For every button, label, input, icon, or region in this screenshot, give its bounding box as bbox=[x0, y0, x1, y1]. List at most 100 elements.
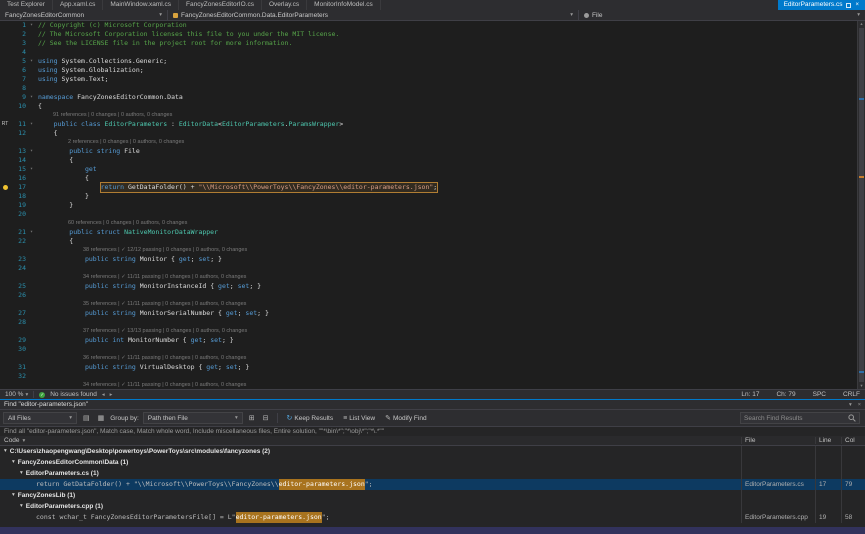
code-line[interactable]: 15▾get bbox=[0, 165, 857, 174]
project-dropdown[interactable]: FancyZonesEditorCommon ▾ bbox=[0, 10, 168, 20]
code-line[interactable]: 8 bbox=[0, 84, 857, 93]
codelens-info[interactable]: 34 references | ✓ 11/11 passing | 0 chan… bbox=[83, 381, 246, 389]
find-group-row[interactable]: ▾EditorParameters.cs (1) bbox=[0, 468, 865, 479]
code-line[interactable]: 9▾namespace FancyZonesEditorCommon.Data bbox=[0, 93, 857, 102]
code-line[interactable]: RT11▾public class EditorParameters : Edi… bbox=[0, 120, 857, 129]
code-line[interactable]: 5▾using System.Collections.Generic; bbox=[0, 57, 857, 66]
codelens-info[interactable]: 60 references | 0 changes | 0 authors, 0… bbox=[68, 219, 187, 228]
find-group-row[interactable]: ▾FancyZonesLib (1) bbox=[0, 490, 865, 501]
code-line[interactable]: 30 bbox=[0, 345, 857, 354]
clear-results-icon[interactable]: ▦ bbox=[96, 414, 107, 422]
code-line[interactable]: 12{ bbox=[0, 129, 857, 138]
codelens-row[interactable]: 2 references | 0 changes | 0 authors, 0 … bbox=[0, 138, 857, 147]
code-line[interactable]: 4 bbox=[0, 48, 857, 57]
code-line[interactable]: 19} bbox=[0, 201, 857, 210]
prev-issue-icon[interactable]: ◂ bbox=[102, 392, 105, 398]
fold-marker[interactable]: ▾ bbox=[30, 165, 38, 174]
chevron-down-icon[interactable]: ▾ bbox=[12, 490, 15, 501]
issues-label[interactable]: No issues found bbox=[50, 391, 97, 398]
code-line[interactable]: 31public string VirtualDesktop { get; se… bbox=[0, 363, 857, 372]
code-editor[interactable]: 1▾// Copyright (c) Microsoft Corporation… bbox=[0, 21, 865, 389]
zoom-control[interactable]: 100 % ▾ bbox=[5, 391, 28, 398]
code-line[interactable]: 2// The Microsoft Corporation licenses t… bbox=[0, 30, 857, 39]
editor-scrollbar[interactable]: ▴ ▾ bbox=[857, 21, 865, 389]
code-line[interactable]: 1▾// Copyright (c) Microsoft Corporation bbox=[0, 21, 857, 30]
codelens-row[interactable]: 36 references | ✓ 11/11 passing | 0 chan… bbox=[0, 354, 857, 363]
codelens-info[interactable]: 37 references | ✓ 13/13 passing | 0 chan… bbox=[83, 327, 247, 336]
code-line[interactable]: 21▾public struct NativeMonitorDataWrappe… bbox=[0, 228, 857, 237]
fold-marker[interactable]: ▾ bbox=[30, 57, 38, 66]
code-line[interactable]: 7using System.Text; bbox=[0, 75, 857, 84]
find-result-row[interactable]: const wchar_t FancyZonesEditorParameters… bbox=[0, 512, 865, 523]
code-line[interactable]: 20 bbox=[0, 210, 857, 219]
find-panel-header[interactable]: Find "editor-parameters.json" ▾ × bbox=[0, 400, 865, 409]
member-dropdown[interactable]: File ▾ bbox=[579, 10, 865, 20]
column-header-file[interactable]: File bbox=[741, 437, 815, 444]
code-line[interactable]: 18} bbox=[0, 192, 857, 201]
chevron-down-icon[interactable]: ▾ bbox=[4, 446, 7, 457]
group-by-dropdown[interactable]: Path then File ▾ bbox=[143, 412, 243, 424]
column-indicator[interactable]: Ch: 79 bbox=[776, 391, 795, 398]
keep-results-button[interactable]: ↻ Keep Results bbox=[284, 414, 337, 422]
code-line[interactable]: 26 bbox=[0, 291, 857, 300]
code-line[interactable]: 16{ bbox=[0, 174, 857, 183]
code-line[interactable]: 10{ bbox=[0, 102, 857, 111]
codelens-row[interactable]: 34 references | ✓ 11/11 passing | 0 chan… bbox=[0, 273, 857, 282]
codelens-info[interactable]: 2 references | 0 changes | 0 authors, 0 … bbox=[68, 138, 184, 147]
code-line[interactable]: 27public string MonitorSerialNumber { ge… bbox=[0, 309, 857, 318]
code-line[interactable]: 22{ bbox=[0, 237, 857, 246]
codelens-row[interactable]: 34 references | ✓ 11/11 passing | 0 chan… bbox=[0, 381, 857, 389]
chevron-down-icon[interactable]: ▾ bbox=[20, 468, 23, 479]
health-check-icon[interactable]: ✓ bbox=[39, 392, 45, 398]
find-result-row[interactable]: return GetDataFolder() + "\\Microsoft\\P… bbox=[0, 479, 865, 490]
codelens-info[interactable]: 38 references | ✓ 12/12 passing | 0 chan… bbox=[83, 246, 247, 255]
code-line[interactable]: 23public string Monitor { get; set; } bbox=[0, 255, 857, 264]
codelens-row[interactable]: 91 references | 0 changes | 0 authors, 0… bbox=[0, 111, 857, 120]
list-view-button[interactable]: ≡ List View bbox=[340, 415, 378, 422]
find-group-row[interactable]: ▾EditorParameters.cpp (1) bbox=[0, 501, 865, 512]
code-line[interactable]: 17return GetDataFolder() + "\\Microsoft\… bbox=[0, 183, 857, 192]
column-header-code[interactable]: Code ▾ bbox=[0, 437, 741, 444]
code-line[interactable]: 14{ bbox=[0, 156, 857, 165]
search-find-results-box[interactable] bbox=[740, 412, 860, 424]
copy-results-icon[interactable]: ▤ bbox=[81, 414, 92, 422]
code-line[interactable]: 29public int MonitorNumber { get; set; } bbox=[0, 336, 857, 345]
chevron-down-icon[interactable]: ▾ bbox=[849, 402, 852, 408]
code-line[interactable]: 32 bbox=[0, 372, 857, 381]
codelens-row[interactable]: 38 references | ✓ 12/12 passing | 0 chan… bbox=[0, 246, 857, 255]
search-input[interactable] bbox=[744, 415, 848, 422]
code-line[interactable]: 13▾public string File bbox=[0, 147, 857, 156]
line-indicator[interactable]: Ln: 17 bbox=[741, 391, 759, 398]
document-tab[interactable]: App.xaml.cs bbox=[53, 0, 103, 10]
scroll-up-icon[interactable]: ▴ bbox=[858, 21, 865, 27]
codelens-row[interactable]: 37 references | ✓ 13/13 passing | 0 chan… bbox=[0, 327, 857, 336]
lightbulb-icon[interactable] bbox=[0, 183, 10, 192]
close-icon[interactable]: × bbox=[858, 402, 861, 408]
fold-marker[interactable]: ▾ bbox=[30, 147, 38, 156]
document-tab[interactable]: FancyZonesEditorIO.cs bbox=[179, 0, 262, 10]
codelens-info[interactable]: 91 references | 0 changes | 0 authors, 0… bbox=[53, 111, 172, 120]
code-lines[interactable]: 1▾// Copyright (c) Microsoft Corporation… bbox=[0, 21, 857, 389]
document-tab[interactable]: Test Explorer bbox=[0, 0, 53, 10]
document-tab[interactable]: Overlay.cs bbox=[262, 0, 307, 10]
codelens-row[interactable]: 35 references | ✓ 11/11 passing | 0 chan… bbox=[0, 300, 857, 309]
type-dropdown[interactable]: FancyZonesEditorCommon.Data.EditorParame… bbox=[168, 10, 579, 20]
space-indicator[interactable]: SPC bbox=[813, 391, 826, 398]
codelens-info[interactable]: 36 references | ✓ 11/11 passing | 0 chan… bbox=[83, 354, 246, 363]
codelens-info[interactable]: 34 references | ✓ 11/11 passing | 0 chan… bbox=[83, 273, 246, 282]
codelens-row[interactable]: 60 references | 0 changes | 0 authors, 0… bbox=[0, 219, 857, 228]
code-line[interactable]: 6using System.Globalization; bbox=[0, 66, 857, 75]
code-line[interactable]: 24 bbox=[0, 264, 857, 273]
document-tab[interactable]: MonitorInfoModel.cs bbox=[307, 0, 381, 10]
code-line[interactable]: 25public string MonitorInstanceId { get;… bbox=[0, 282, 857, 291]
close-icon[interactable]: × bbox=[855, 0, 859, 10]
next-issue-icon[interactable]: ▸ bbox=[110, 392, 113, 398]
find-group-row[interactable]: ▾FancyZonesEditorCommon\Data (1) bbox=[0, 457, 865, 468]
column-header-line[interactable]: Line bbox=[815, 437, 841, 444]
modify-find-button[interactable]: ✎ Modify Find bbox=[382, 414, 429, 422]
document-tab[interactable]: MainWindow.xaml.cs bbox=[103, 0, 179, 10]
column-header-col[interactable]: Col bbox=[841, 437, 865, 444]
fold-marker[interactable]: ▾ bbox=[30, 120, 38, 129]
code-line[interactable]: 3// See the LICENSE file in the project … bbox=[0, 39, 857, 48]
active-document-tab[interactable]: EditorParameters.cs × bbox=[778, 0, 865, 10]
